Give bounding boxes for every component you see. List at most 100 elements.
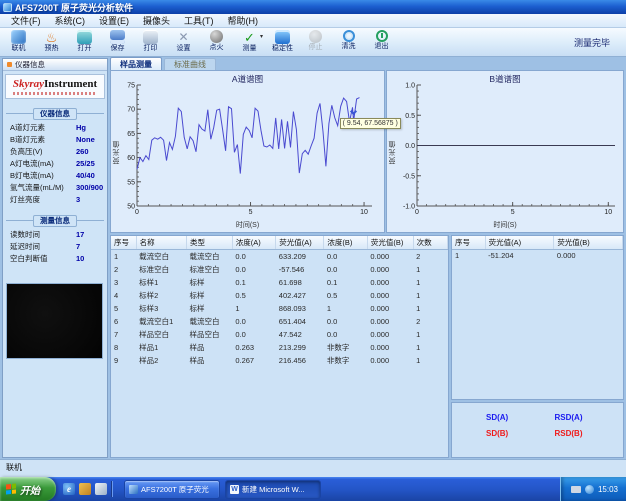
cell-conc_b: 非数字: [324, 354, 367, 367]
table-row[interactable]: 9样品2样品0.267216.456非数字0.0001: [111, 354, 448, 367]
cell-fluor_b: 0.000: [367, 289, 413, 302]
toolbar-buttons: 联机♨预热打开保存打印✕设置点火✓▾测量稳定性停止清洗退出: [2, 29, 398, 53]
cell-fluor_a: 633.209: [276, 250, 324, 264]
quicklaunch-mail-icon[interactable]: [79, 483, 91, 495]
cell-fluor_a: 213.299: [276, 341, 324, 354]
cell-fluor_b: 0.000: [367, 302, 413, 315]
clean-icon: [343, 30, 355, 42]
column-header[interactable]: 荧光值(B): [367, 236, 413, 250]
menu-item-2[interactable]: 设置(E): [92, 14, 136, 27]
taskbar-separator: [111, 481, 112, 497]
system-tray: 15:03: [560, 477, 626, 501]
toolbar-button-label: 联机: [12, 45, 26, 53]
tab-1[interactable]: 标准曲线: [164, 58, 216, 70]
menu-item-1[interactable]: 系统(C): [48, 14, 93, 27]
cell-type: 标样: [187, 302, 233, 315]
quick-launch-bar: e: [56, 481, 119, 497]
table-row[interactable]: 8样品1样品0.263213.299非数字0.0001: [111, 341, 448, 354]
quicklaunch-browser-icon[interactable]: e: [63, 483, 75, 495]
results-table: 序号名称类型浓度(A)荧光值(A)浓度(B)荧光值(B)次数1载流空白载流空白0…: [111, 236, 448, 367]
task-buttons: AFS7200T 原子荧光 W新建 Microsoft W...: [119, 480, 321, 499]
group-caption: 测量信息: [33, 215, 77, 227]
save-button[interactable]: 保存: [101, 29, 134, 53]
task-label: AFS7200T 原子荧光: [141, 484, 209, 495]
table-row[interactable]: 1载流空白载流空白0.0633.2090.00.0002: [111, 250, 448, 264]
svg-text:75: 75: [127, 83, 135, 90]
field-value: 17: [76, 230, 84, 240]
word-doc-icon: W: [230, 485, 239, 494]
cell-fluor_b: 0.000: [554, 250, 623, 262]
menu-item-5[interactable]: 帮助(H): [221, 14, 266, 27]
tray-device-icon[interactable]: [571, 486, 581, 493]
table-row[interactable]: 2标准空白标准空白0.0-57.5460.00.0001: [111, 263, 448, 276]
column-header[interactable]: 名称: [136, 236, 186, 250]
tray-volume-icon[interactable]: [585, 485, 594, 494]
column-header[interactable]: 序号: [111, 236, 136, 250]
menu-item-0[interactable]: 文件(F): [4, 14, 48, 27]
table-row[interactable]: 1-51.2040.000: [452, 250, 623, 262]
instrument-panel-header: 仪器信息: [3, 59, 107, 71]
open-icon: [77, 30, 92, 44]
start-button[interactable]: 开始: [0, 477, 56, 501]
field-label: 负高压(V): [10, 147, 76, 157]
table-row[interactable]: 4标样2标样0.5402.4270.50.0001: [111, 289, 448, 302]
info-field: B道灯元素None: [6, 134, 104, 146]
stat-label-rsdb: RSD(B): [555, 429, 624, 438]
settings-button[interactable]: ✕设置: [167, 29, 200, 53]
measure-button[interactable]: ✓▾测量: [233, 29, 266, 53]
info-field: 读数时间17: [6, 229, 104, 241]
clean-button[interactable]: 清洗: [332, 29, 365, 53]
cell-conc_a: 0.0: [232, 315, 275, 328]
exit-icon: [376, 30, 388, 42]
menu-bar: 文件(F)系统(C)设置(E)摄像头工具(T)帮助(H): [0, 14, 626, 28]
connect-button[interactable]: 联机: [2, 29, 35, 53]
taskbar-task-0[interactable]: AFS7200T 原子荧光: [124, 480, 220, 499]
table-row[interactable]: 7样品空白样品空白0.047.5420.00.0001: [111, 328, 448, 341]
info-field: 氩气流量(mL/M)300/900: [6, 182, 104, 194]
window-title: AFS7200T 原子荧光分析软件: [15, 1, 133, 14]
svg-text:5: 5: [511, 209, 515, 216]
menu-item-4[interactable]: 工具(T): [177, 14, 221, 27]
column-header[interactable]: 荧光值(A): [485, 236, 554, 250]
open-button[interactable]: 打开: [68, 29, 101, 53]
table-row[interactable]: 5标样3标样1868.09310.0001: [111, 302, 448, 315]
svg-text:65: 65: [127, 131, 135, 138]
toolbar-button-label: 点火: [210, 44, 224, 52]
cell-fluor_a: -51.204: [485, 250, 554, 262]
column-header[interactable]: 次数: [413, 236, 447, 250]
sd-rsd-panel: SD(A)RSD(A)SD(B)RSD(B): [451, 402, 624, 458]
exit-button[interactable]: 退出: [365, 29, 398, 53]
cell-times: 1: [413, 276, 447, 289]
field-label: B灯电流(mA): [10, 171, 76, 181]
print-button[interactable]: 打印: [134, 29, 167, 53]
cell-no: 9: [111, 354, 136, 367]
stability-button[interactable]: 稳定性: [266, 29, 299, 53]
field-label: A灯电流(mA): [10, 159, 76, 169]
column-header[interactable]: 荧光值(A): [276, 236, 324, 250]
column-header[interactable]: 荧光值(B): [554, 236, 623, 250]
window-titlebar[interactable]: AFS7200T 原子荧光分析软件: [0, 0, 626, 14]
cell-times: 1: [413, 341, 447, 354]
table-row[interactable]: 3标样1标样0.161.6980.10.0001: [111, 276, 448, 289]
column-header[interactable]: 浓度(A): [232, 236, 275, 250]
cell-conc_b: 0.1: [324, 276, 367, 289]
table-row[interactable]: 6载流空白1载流空白0.0651.4040.00.0002: [111, 315, 448, 328]
cell-fluor_a: 651.404: [276, 315, 324, 328]
field-value: 300/900: [76, 183, 103, 193]
taskbar-task-1[interactable]: W新建 Microsoft W...: [225, 480, 321, 499]
info-field: 负高压(V)260: [6, 146, 104, 158]
tab-bar: 样品测量标准曲线: [110, 57, 216, 70]
column-header[interactable]: 类型: [187, 236, 233, 250]
menu-item-3[interactable]: 摄像头: [136, 14, 177, 27]
measure-dropdown-icon[interactable]: ▾: [260, 32, 263, 43]
tab-0[interactable]: 样品测量: [110, 57, 162, 70]
column-header[interactable]: 浓度(B): [324, 236, 367, 250]
cell-no: 7: [111, 328, 136, 341]
cell-name: 标准空白: [136, 263, 186, 276]
ignite-button[interactable]: 点火: [200, 29, 233, 53]
preheat-button[interactable]: ♨预热: [35, 29, 68, 53]
column-header[interactable]: 序号: [452, 236, 485, 250]
quicklaunch-show-desktop-icon[interactable]: [95, 483, 107, 495]
cell-conc_a: 1: [232, 302, 275, 315]
toolbar-button-label: 退出: [375, 43, 389, 51]
